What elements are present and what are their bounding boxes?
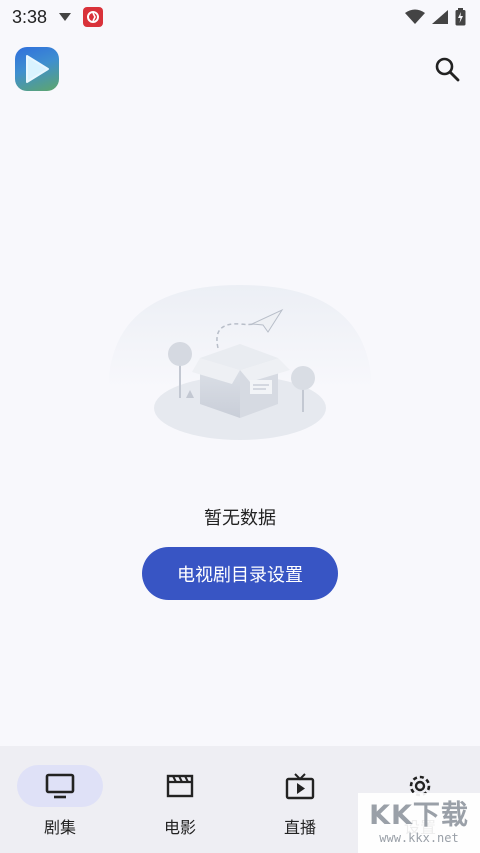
empty-box-illustration xyxy=(108,285,372,440)
wifi-icon xyxy=(405,9,425,24)
nav-label-movies: 电影 xyxy=(163,818,196,837)
status-time: 3:38 xyxy=(12,6,48,27)
nav-label-episodes: 剧集 xyxy=(43,818,76,837)
watermark: KK下载 www.kkx.net xyxy=(358,793,480,853)
nav-label-live: 直播 xyxy=(283,818,316,837)
status-right xyxy=(405,8,466,26)
clapperboard-icon xyxy=(166,774,194,798)
tv-icon xyxy=(45,773,75,799)
nav-item-live[interactable]: 直播 xyxy=(240,746,360,853)
live-tv-icon xyxy=(285,773,315,800)
tv-catalog-settings-button[interactable]: 电视剧目录设置 xyxy=(142,547,338,600)
empty-message: 暂无数据 xyxy=(204,508,276,529)
search-icon xyxy=(435,57,460,82)
status-left: 3:38 xyxy=(12,6,104,28)
app-notification-icon xyxy=(83,7,104,27)
nav-item-episodes[interactable]: 剧集 xyxy=(0,746,120,853)
watermark-logo: KK下载 xyxy=(369,800,469,831)
nav-item-movies[interactable]: 电影 xyxy=(120,746,240,853)
play-icon xyxy=(26,55,49,83)
watermark-url: www.kkx.net xyxy=(379,831,459,845)
cell-signal-icon xyxy=(432,10,448,24)
search-button[interactable] xyxy=(432,54,462,84)
nav-active-indicator xyxy=(17,765,103,807)
app-logo xyxy=(15,47,59,91)
battery-charging-icon xyxy=(455,8,466,26)
download-arrow-icon xyxy=(59,13,72,21)
status-bar: 3:38 xyxy=(0,0,480,34)
